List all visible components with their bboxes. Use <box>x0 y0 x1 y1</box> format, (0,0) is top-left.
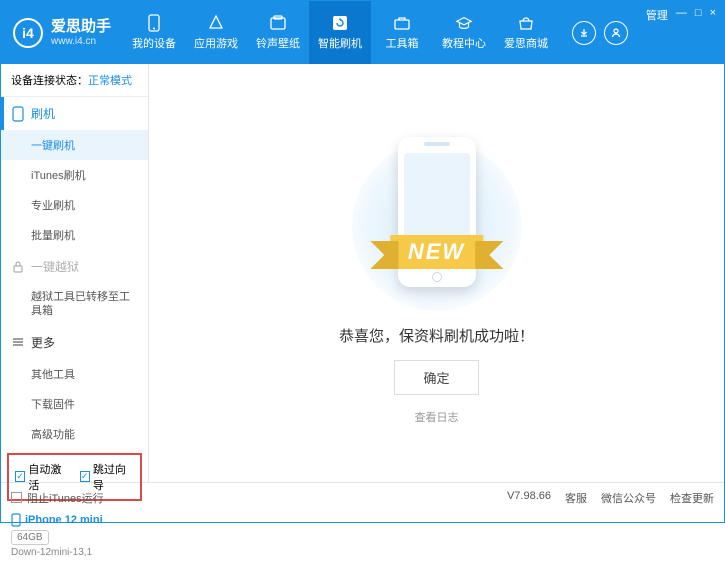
app-header: i4 爱思助手 www.i4.cn 我的设备 应用游戏 铃声壁纸 智能刷机 工具… <box>1 1 724 64</box>
checkbox-label: 跳过向导 <box>93 461 134 493</box>
nav-store[interactable]: 爱思商城 <box>495 1 557 64</box>
nav-label: 爱思商城 <box>504 35 548 51</box>
sidebar-item-download-firmware[interactable]: 下载固件 <box>1 389 148 419</box>
check-update-link[interactable]: 检查更新 <box>670 490 714 506</box>
nav-toolbox[interactable]: 工具箱 <box>371 1 433 64</box>
main-panel: NEW 恭喜您，保资料刷机成功啦！ 确定 查看日志 <box>149 64 724 482</box>
phone-icon <box>11 107 25 121</box>
app-title: 爱思助手 <box>51 18 111 36</box>
nav-apps[interactable]: 应用游戏 <box>185 1 247 64</box>
nav-label: 我的设备 <box>132 35 176 51</box>
download-button[interactable] <box>572 21 596 45</box>
menu-button[interactable]: 管理 <box>646 7 668 23</box>
phone-icon <box>145 14 163 32</box>
nav-my-device[interactable]: 我的设备 <box>123 1 185 64</box>
section-title: 刷机 <box>31 105 55 122</box>
sidebar-item-itunes-flash[interactable]: iTunes刷机 <box>1 160 148 190</box>
storage-badge: 64GB <box>11 530 49 545</box>
nav-label: 铃声壁纸 <box>256 35 300 51</box>
phone-icon <box>11 513 21 527</box>
toolbox-icon <box>393 14 411 32</box>
sidebar-item-advanced[interactable]: 高级功能 <box>1 419 148 449</box>
success-message: 恭喜您，保资料刷机成功啦！ <box>339 325 534 346</box>
minimize-button[interactable]: — <box>676 7 687 19</box>
logo-area: i4 爱思助手 www.i4.cn <box>1 1 123 64</box>
nav-label: 智能刷机 <box>318 35 362 51</box>
app-url: www.i4.cn <box>51 36 111 48</box>
success-illustration: NEW <box>352 121 522 311</box>
block-itunes-label: 阻止iTunes运行 <box>27 490 104 506</box>
wechat-link[interactable]: 微信公众号 <box>601 490 656 506</box>
apps-icon <box>207 14 225 32</box>
sidebar-section-jailbreak[interactable]: 一键越狱 <box>1 250 148 283</box>
refresh-icon <box>331 14 349 32</box>
menu-icon <box>11 335 25 349</box>
view-log-link[interactable]: 查看日志 <box>415 409 459 425</box>
support-link[interactable]: 客服 <box>565 490 587 506</box>
nav-label: 应用游戏 <box>194 35 238 51</box>
main-nav: 我的设备 应用游戏 铃声壁纸 智能刷机 工具箱 教程中心 爱思商城 <box>123 1 562 64</box>
section-title: 更多 <box>31 334 55 351</box>
nav-tutorials[interactable]: 教程中心 <box>433 1 495 64</box>
sidebar-jailbreak-note: 越狱工具已转移至工具箱 <box>1 283 148 326</box>
sidebar-item-oneclick-flash[interactable]: 一键刷机 <box>1 130 148 160</box>
sidebar-section-more[interactable]: 更多 <box>1 326 148 359</box>
maximize-button[interactable]: □ <box>695 7 702 19</box>
folder-icon <box>269 14 287 32</box>
sidebar-item-batch-flash[interactable]: 批量刷机 <box>1 220 148 250</box>
nav-ringtones[interactable]: 铃声壁纸 <box>247 1 309 64</box>
device-panel[interactable]: iPhone 12 mini 64GB Down-12mini-13,1 <box>1 507 148 564</box>
user-button[interactable] <box>604 21 628 45</box>
auto-activate-checkbox[interactable]: ✓自动激活 <box>15 461 70 493</box>
skip-guide-checkbox[interactable]: ✓跳过向导 <box>80 461 135 493</box>
sidebar-section-flash[interactable]: 刷机 <box>1 97 148 130</box>
new-ribbon: NEW <box>390 235 483 269</box>
section-title: 一键越狱 <box>31 258 79 275</box>
ok-button[interactable]: 确定 <box>394 360 478 395</box>
firmware-label: Down-12mini-13,1 <box>11 547 138 558</box>
nav-label: 教程中心 <box>442 35 486 51</box>
connection-status: 设备连接状态：正常模式 <box>1 64 148 97</box>
sidebar: 设备连接状态：正常模式 刷机 一键刷机 iTunes刷机 专业刷机 批量刷机 一… <box>1 64 149 482</box>
version-label: V7.98.66 <box>507 490 551 506</box>
store-icon <box>517 14 535 32</box>
lock-icon <box>11 260 25 274</box>
sidebar-item-pro-flash[interactable]: 专业刷机 <box>1 190 148 220</box>
logo-icon: i4 <box>13 18 43 48</box>
nav-label: 工具箱 <box>386 35 419 51</box>
window-controls: 管理 — □ × <box>638 1 724 64</box>
sidebar-item-other-tools[interactable]: 其他工具 <box>1 359 148 389</box>
close-button[interactable]: × <box>710 7 716 19</box>
status-label: 设备连接状态： <box>11 75 88 87</box>
nav-flash[interactable]: 智能刷机 <box>309 1 371 64</box>
checkbox-label: 自动激活 <box>28 461 69 493</box>
graduation-icon <box>455 14 473 32</box>
block-itunes-checkbox[interactable] <box>11 492 22 503</box>
status-value: 正常模式 <box>88 75 132 87</box>
device-name: iPhone 12 mini <box>11 513 138 527</box>
